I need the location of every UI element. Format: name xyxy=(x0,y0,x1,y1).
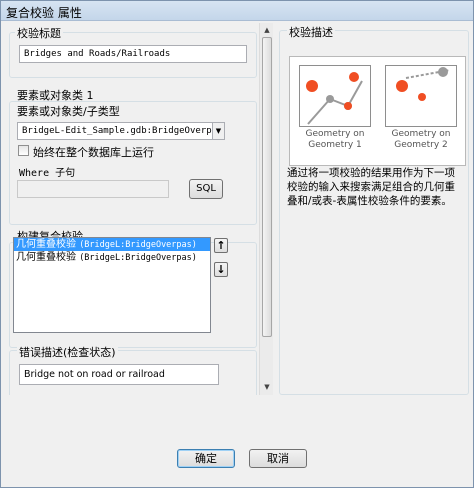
dialog-window: 复合校验 属性 校验标题 Bridges and Roads/Railroads… xyxy=(0,0,474,488)
scrollbar-thumb[interactable] xyxy=(262,37,272,337)
geometry-1-image xyxy=(299,65,371,127)
run-on-entire-db-checkbox[interactable] xyxy=(18,145,29,156)
feature-class-value: BridgeL-Edit_Sample.gdb:BridgeOverpas xyxy=(22,126,223,136)
list-item[interactable]: 几何重叠校验 (BridgeL:BridgeOverpas) xyxy=(14,238,210,251)
check-title-label: 校验标题 xyxy=(15,25,63,41)
geometry-2-caption: Geometry on Geometry 2 xyxy=(391,129,451,150)
where-clause-input[interactable] xyxy=(17,180,169,198)
error-desc-label: 错误描述(检查状态) xyxy=(17,344,118,360)
description-panel: 校验描述 Geometry on Geometry 1 Geometry on … xyxy=(279,23,469,395)
vertical-scrollbar[interactable]: ▲ ▼ xyxy=(259,23,273,395)
description-label: 校验描述 xyxy=(287,24,335,40)
ok-button[interactable]: 确定 xyxy=(177,449,235,468)
title-bar[interactable]: 复合校验 属性 xyxy=(1,1,473,21)
run-on-entire-db-label: 始终在整个数据库上运行 xyxy=(33,146,154,159)
geometry-2-image xyxy=(385,65,457,127)
up-arrow-icon[interactable]: ↑ xyxy=(214,238,228,253)
geometry-card-2: Geometry on Geometry 2 xyxy=(385,65,457,155)
where-clause-label: Where 子句 xyxy=(19,168,76,179)
geometry-1-caption: Geometry on Geometry 1 xyxy=(305,129,365,150)
feature-class-combo[interactable]: BridgeL-Edit_Sample.gdb:BridgeOverpas xyxy=(17,122,225,140)
window-title: 复合校验 属性 xyxy=(6,6,82,20)
geometry-illustration: Geometry on Geometry 1 Geometry on Geome… xyxy=(289,56,466,166)
check-title-input[interactable]: Bridges and Roads/Railroads xyxy=(19,45,247,63)
geometry-card-1: Geometry on Geometry 1 xyxy=(299,65,371,155)
scroll-up-icon[interactable]: ▲ xyxy=(261,24,273,36)
left-panel: 校验标题 Bridges and Roads/Railroads 要素或对象类 … xyxy=(7,23,259,395)
geometry-2-icon xyxy=(396,67,451,101)
error-desc-input[interactable]: Bridge not on road or railroad xyxy=(19,364,219,385)
check-list[interactable]: 几何重叠校验 (BridgeL:BridgeOverpas) 几何重叠校验 (B… xyxy=(13,237,211,333)
cancel-button[interactable]: 取消 xyxy=(249,449,307,468)
feature-subtype-label: 要素或对象类/子类型 xyxy=(17,105,120,118)
scroll-down-icon[interactable]: ▼ xyxy=(261,381,273,393)
sql-button[interactable]: SQL xyxy=(189,179,223,199)
geometry-1-icon xyxy=(306,72,363,125)
list-item[interactable]: 几何重叠校验 (BridgeL:BridgeOverpas) xyxy=(14,251,210,264)
chevron-down-icon[interactable]: ▼ xyxy=(212,123,224,139)
down-arrow-icon[interactable]: ↓ xyxy=(214,262,228,277)
feature-class-group xyxy=(9,101,257,225)
description-text: 通过将一项校验的结果用作为下一项校验的输入来搜索满足组合的几何重叠和/或表-表属… xyxy=(287,167,455,207)
